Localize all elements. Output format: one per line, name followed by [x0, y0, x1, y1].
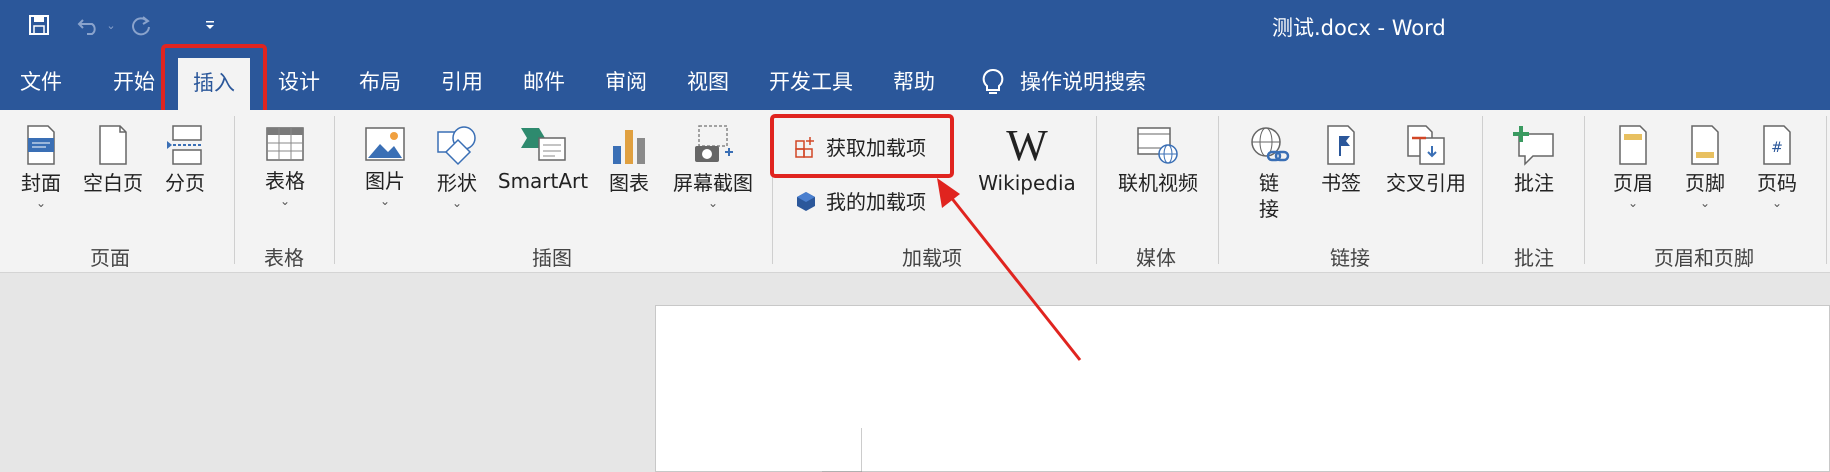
- annotation-arrow: [937, 178, 1082, 361]
